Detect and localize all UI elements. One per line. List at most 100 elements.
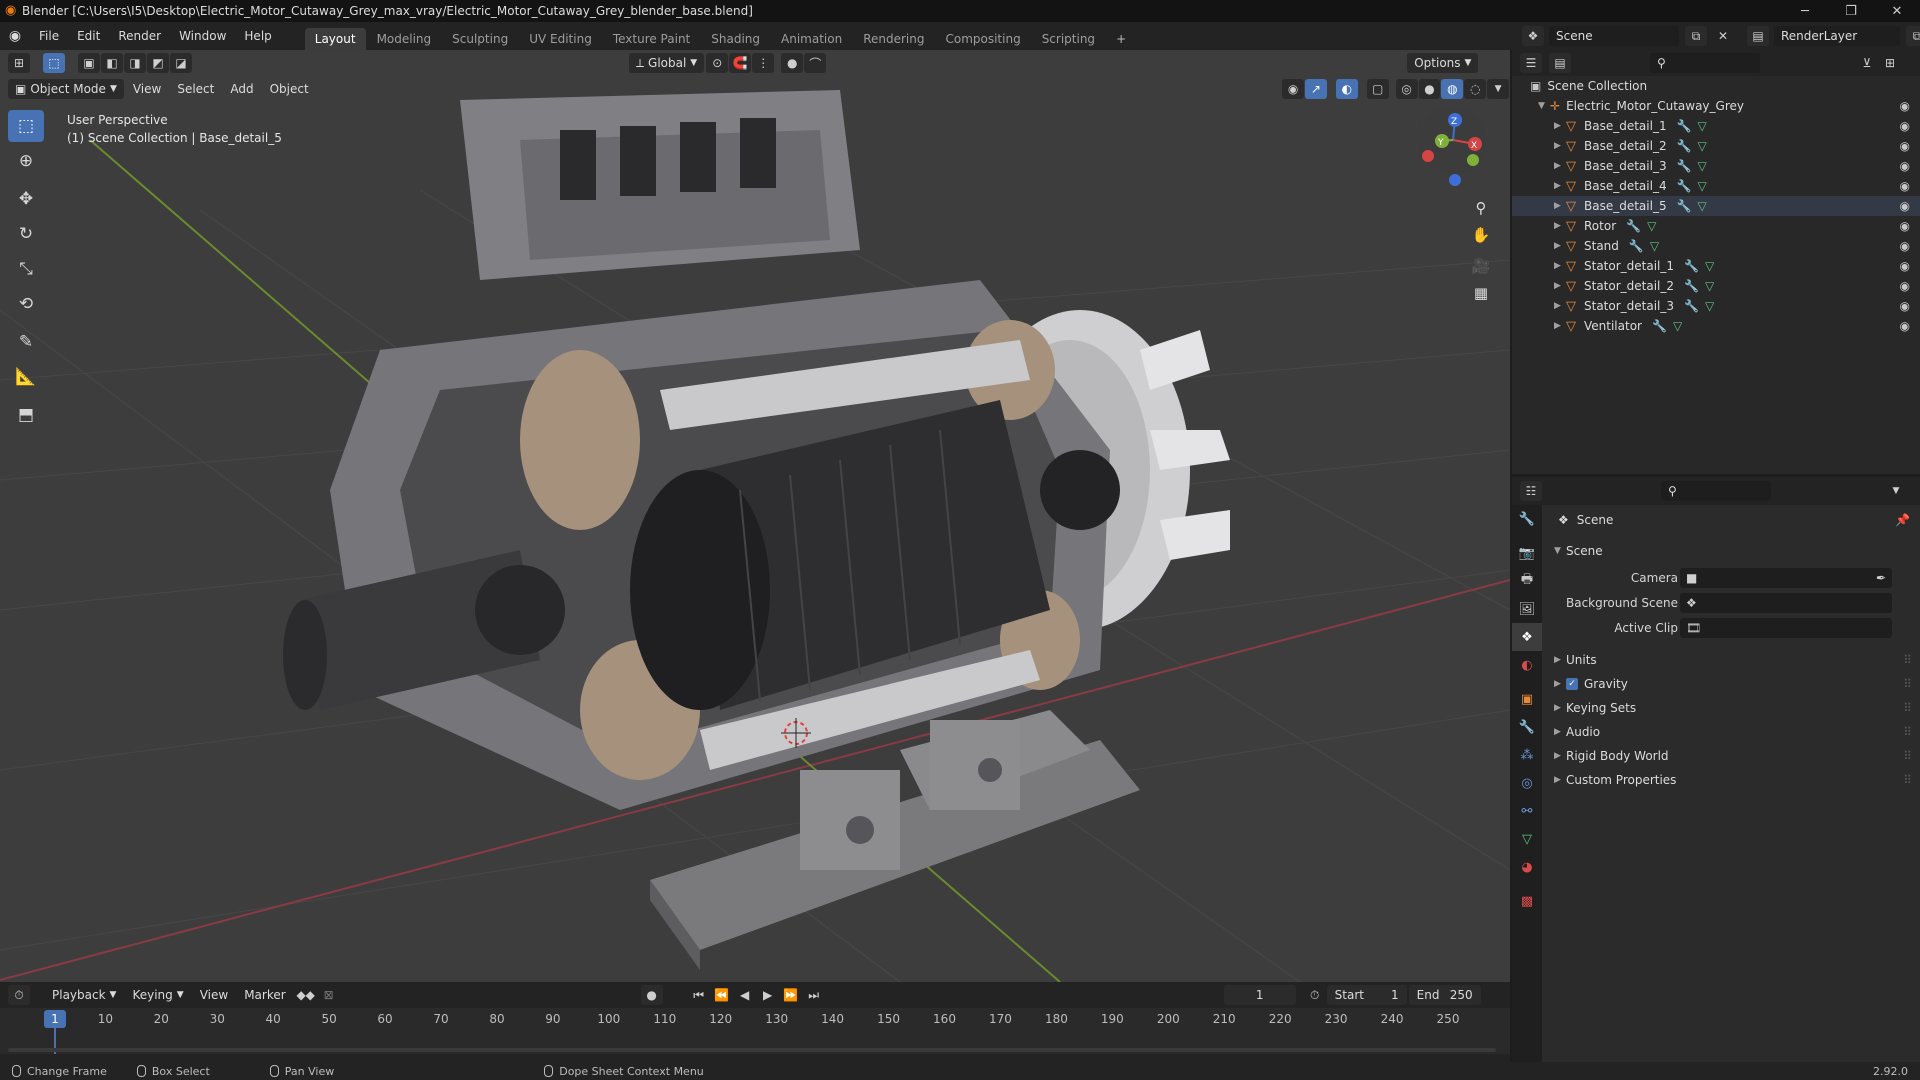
data-tab-icon[interactable]: ▽ xyxy=(1512,825,1542,853)
modifier-wrench-icon[interactable]: 🔧 xyxy=(1626,219,1641,233)
maximize-button[interactable]: ❐ xyxy=(1828,0,1874,22)
blender-menu-icon[interactable]: ◉ xyxy=(0,28,30,44)
timeline-menu-keying[interactable]: Keying ▼ xyxy=(125,985,190,1005)
outliner-item[interactable]: ▶ ▽ Base_detail_3 🔧 ▽ ◉ xyxy=(1512,156,1920,176)
new-scene-icon[interactable]: ⧉ xyxy=(1685,26,1707,46)
editor-type-icon[interactable]: ⊞ xyxy=(8,53,30,73)
modifier-wrench-icon[interactable]: 🔧 xyxy=(1677,179,1692,193)
subpanel-header[interactable]: ▶ Custom Properties ⠿ xyxy=(1546,769,1916,791)
timeline-menu-marker[interactable]: Marker xyxy=(237,985,292,1005)
end-frame-field[interactable]: End 250 xyxy=(1408,985,1481,1005)
active-clip-field[interactable]: 🎞 xyxy=(1680,618,1892,638)
cursor-icon[interactable]: ⊕ xyxy=(8,145,44,177)
drag-handle-icon[interactable]: ⠿ xyxy=(1903,725,1912,739)
world-tab-icon[interactable]: ◐ xyxy=(1512,651,1542,679)
expand-arrow-icon[interactable]: ▶ xyxy=(1554,261,1566,271)
tab-layout[interactable]: Layout xyxy=(304,28,366,50)
timeline-menu-playback[interactable]: Playback ▼ xyxy=(45,985,123,1005)
viewport-menu-view[interactable]: View xyxy=(126,79,168,99)
visibility-icon[interactable]: ◉ xyxy=(1282,79,1305,99)
mode-dropdown[interactable]: ▣ Object Mode ▼ xyxy=(8,79,124,99)
3d-viewport[interactable]: Z X Y ⊞ ⬚ ▣ ◧ ◨ ◩ ◪ ⟂ Global ▼ ⊙ 🧲 ⋮ ● ⌒ O… xyxy=(0,50,1510,982)
material-tab-icon[interactable]: ◕ xyxy=(1512,853,1542,881)
minimize-button[interactable]: ─ xyxy=(1782,0,1828,22)
outliner-item[interactable]: ▶ ▽ Ventilator 🔧 ▽ ◉ xyxy=(1512,316,1920,336)
expand-arrow-icon[interactable]: ▶ xyxy=(1554,321,1566,331)
tab-uv-editing[interactable]: UV Editing xyxy=(519,28,602,50)
eye-icon[interactable]: ◉ xyxy=(1900,139,1910,153)
new-collection-icon[interactable]: ⊞ xyxy=(1879,53,1901,73)
modifier-wrench-icon[interactable]: 🔧 xyxy=(1684,279,1699,293)
outliner-item[interactable]: ▶ ▽ Stand 🔧 ▽ ◉ xyxy=(1512,236,1920,256)
play-icon[interactable]: ▶ xyxy=(757,985,779,1005)
scale-icon[interactable]: ⤡ xyxy=(8,253,44,285)
outliner-editor-type-icon[interactable]: ☰ xyxy=(1520,53,1542,73)
expand-arrow-icon[interactable]: ▶ xyxy=(1554,161,1566,171)
outliner-item[interactable]: ▶ ▽ Base_detail_2 🔧 ▽ ◉ xyxy=(1512,136,1920,156)
proportional-edit-icon[interactable]: ● xyxy=(781,53,804,73)
mesh-data-icon[interactable]: ▽ xyxy=(1698,199,1707,213)
orthographic-toggle-icon[interactable]: ▦ xyxy=(1468,280,1494,306)
subpanel-header[interactable]: ▶ Rigid Body World ⠿ xyxy=(1546,745,1916,767)
tab-rendering[interactable]: Rendering xyxy=(853,28,934,50)
gizmo-toggle-icon[interactable]: ↗ xyxy=(1305,79,1327,99)
add-workspace-button[interactable]: + xyxy=(1106,28,1136,50)
jump-start-icon[interactable]: ⏮ xyxy=(688,985,710,1005)
modifier-wrench-icon[interactable]: 🔧 xyxy=(1684,299,1699,313)
menu-window[interactable]: Window xyxy=(170,29,235,43)
outliner-item[interactable]: ▶ ▽ Stator_detail_3 🔧 ▽ ◉ xyxy=(1512,296,1920,316)
gravity-checkbox[interactable]: ✓ xyxy=(1566,678,1578,690)
eye-icon[interactable]: ◉ xyxy=(1900,159,1910,173)
snap-icon[interactable]: 🧲 xyxy=(729,53,752,73)
outliner-collection-row[interactable]: ▼ ✛ Electric_Motor_Cutaway_Grey ◉ xyxy=(1512,96,1920,116)
expand-arrow-icon[interactable]: ▶ xyxy=(1554,301,1566,311)
tab-modeling[interactable]: Modeling xyxy=(367,28,442,50)
display-mode-icon[interactable]: ▤ xyxy=(1549,53,1571,73)
tab-scripting[interactable]: Scripting xyxy=(1032,28,1105,50)
subpanel-header[interactable]: ▶ Units ⠿ xyxy=(1546,649,1916,671)
particles-tab-icon[interactable]: ⁂ xyxy=(1512,741,1542,769)
menu-help[interactable]: Help xyxy=(235,29,280,43)
properties-editor-type-icon[interactable]: ☷ xyxy=(1520,481,1542,501)
new-layer-icon[interactable]: ⧉ xyxy=(1906,26,1920,46)
drag-handle-icon[interactable]: ⠿ xyxy=(1903,701,1912,715)
mesh-data-icon[interactable]: ▽ xyxy=(1705,299,1714,313)
eye-icon[interactable]: ◉ xyxy=(1900,259,1910,273)
scene-browse-icon[interactable]: ❖ xyxy=(1522,26,1544,46)
drag-handle-icon[interactable]: ⠿ xyxy=(1903,773,1912,787)
outliner-item[interactable]: ▶ ▽ Rotor 🔧 ▽ ◉ xyxy=(1512,216,1920,236)
mesh-data-icon[interactable]: ▽ xyxy=(1647,219,1656,233)
expand-arrow-icon[interactable]: ▶ xyxy=(1554,281,1566,291)
constraints-tab-icon[interactable]: ⚯ xyxy=(1512,797,1542,825)
texture-tab-icon[interactable]: ▩ xyxy=(1512,887,1542,915)
outliner-item[interactable]: ▶ ▽ Base_detail_4 🔧 ▽ ◉ xyxy=(1512,176,1920,196)
outliner-search-input[interactable]: ⚲ xyxy=(1650,53,1760,73)
mesh-data-icon[interactable]: ▽ xyxy=(1650,239,1659,253)
jump-end-icon[interactable]: ⏭ xyxy=(803,985,825,1005)
select-tool-icon[interactable]: ⬚ xyxy=(43,53,65,73)
expand-arrow-icon[interactable]: ▶ xyxy=(1554,121,1566,131)
timeline-scrollbar[interactable] xyxy=(8,1048,1496,1052)
modifier-wrench-icon[interactable]: 🔧 xyxy=(1677,139,1692,153)
proportional-falloff-icon[interactable]: ⌒ xyxy=(804,53,827,73)
shading-options-icon[interactable]: ▼ xyxy=(1487,79,1510,99)
preview-range-icon[interactable]: ⏱ xyxy=(1304,985,1326,1005)
select-mode-new-icon[interactable]: ▣ xyxy=(78,53,100,73)
timeline-menu-view[interactable]: View xyxy=(193,985,235,1005)
drag-handle-icon[interactable]: ⠿ xyxy=(1903,749,1912,763)
xray-toggle-icon[interactable]: ▢ xyxy=(1366,79,1389,99)
outliner-root-row[interactable]: ▣ Scene Collection xyxy=(1512,76,1920,96)
eye-icon[interactable]: ◉ xyxy=(1900,99,1910,113)
move-icon[interactable]: ✥ xyxy=(8,183,44,215)
pin-icon[interactable]: 📌 xyxy=(1895,513,1910,527)
eye-icon[interactable]: ◉ xyxy=(1900,179,1910,193)
camera-field[interactable]: ■ ✒ xyxy=(1680,568,1892,588)
camera-view-icon[interactable]: 🎥 xyxy=(1468,253,1494,279)
outliner-item[interactable]: ▶ ▽ Base_detail_5 🔧 ▽ ◉ xyxy=(1512,196,1920,216)
select-mode-intersect-icon[interactable]: ◪ xyxy=(170,53,192,73)
mesh-data-icon[interactable]: ▽ xyxy=(1705,279,1714,293)
subpanel-header[interactable]: ▶ Keying Sets ⠿ xyxy=(1546,697,1916,719)
eye-icon[interactable]: ◉ xyxy=(1900,199,1910,213)
menu-file[interactable]: File xyxy=(30,29,68,43)
expand-arrow-icon[interactable]: ▶ xyxy=(1554,141,1566,151)
